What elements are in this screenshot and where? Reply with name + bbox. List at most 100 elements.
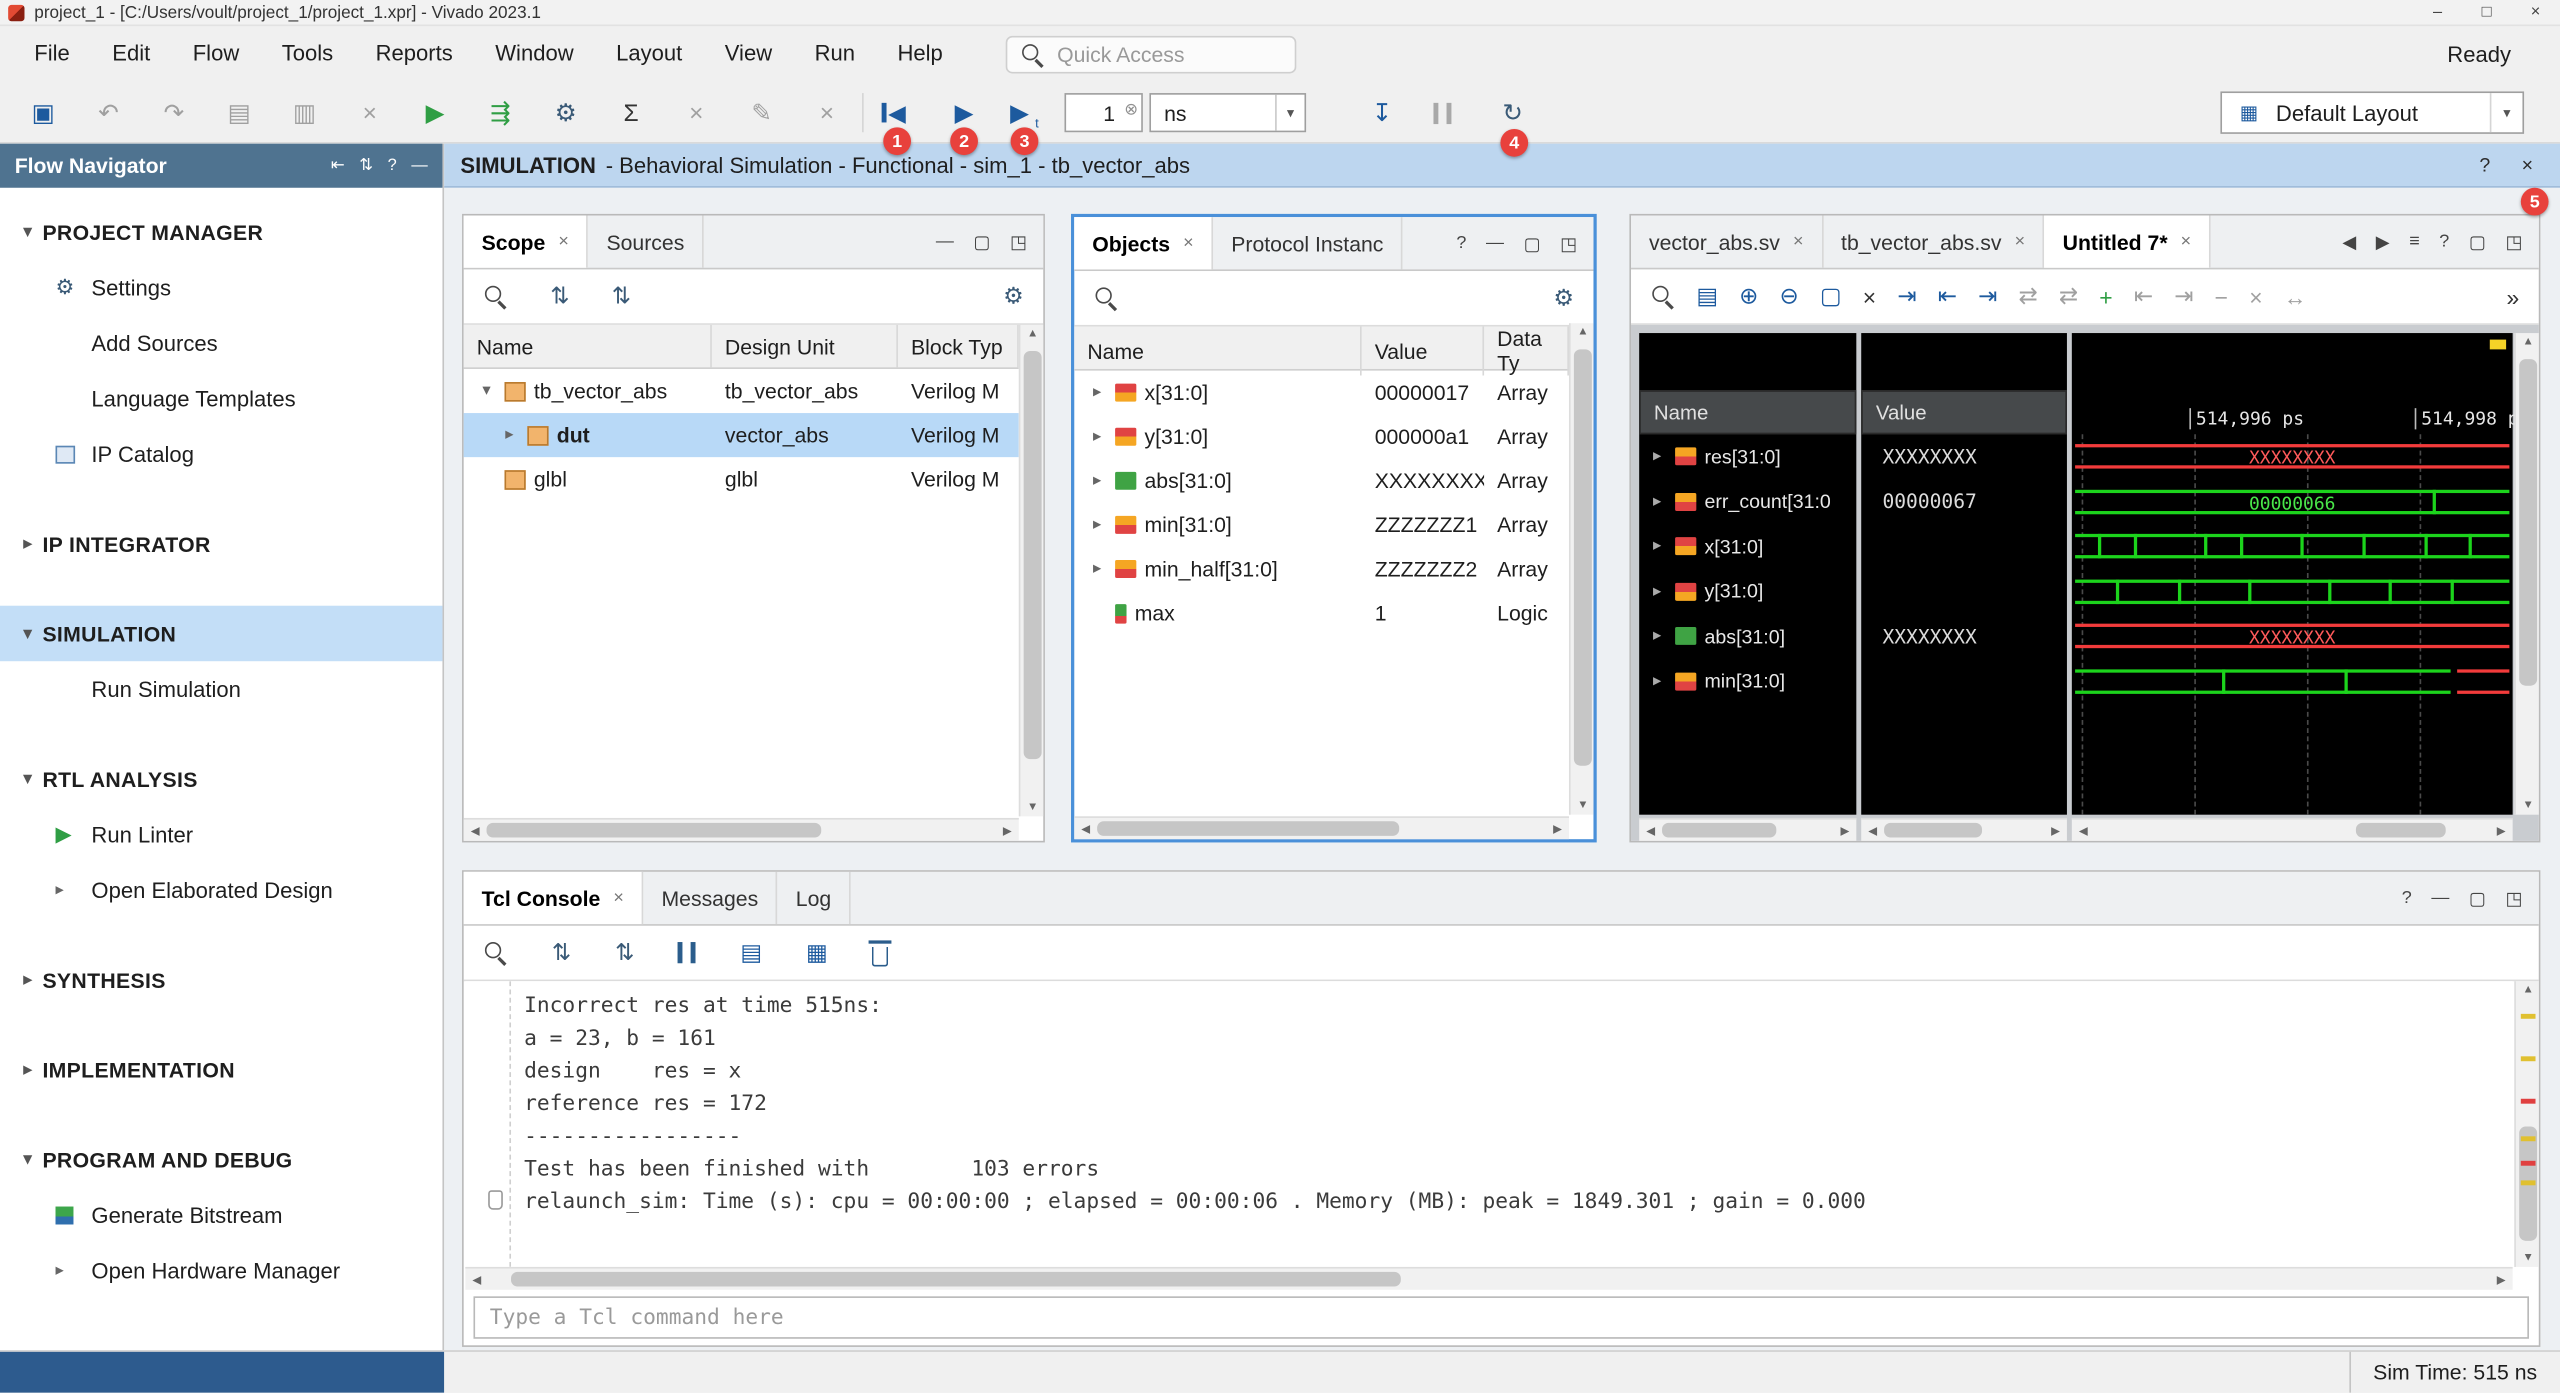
scroll-down-icon[interactable]: ▼ (1020, 802, 1044, 813)
delete-icon[interactable]: × (356, 99, 384, 127)
tcl-console-output[interactable]: Incorrect res at time 515ns: a = 23, b =… (465, 981, 2512, 1267)
close-icon[interactable]: × (1183, 233, 1194, 253)
flow-item-run-linter[interactable]: ▶ Run Linter (0, 807, 442, 863)
flow-section-ip-integrator[interactable]: ▸ IP INTEGRATOR (0, 516, 442, 572)
minimize-icon[interactable]: — (411, 157, 427, 175)
time-unit-select[interactable]: ns ▾ (1149, 93, 1306, 132)
clear-console-icon[interactable] (872, 946, 888, 966)
horizontal-scrollbar[interactable]: ◀ ▶ (465, 1267, 2512, 1290)
vertical-scrollbar[interactable]: ▲ ▼ (1019, 325, 1043, 816)
flow-section-synthesis[interactable]: ▸ SYNTHESIS (0, 952, 442, 1008)
flow-section-program-and-debug[interactable]: ▾ PROGRAM AND DEBUG (0, 1131, 442, 1187)
window-minimize-button[interactable]: – (2413, 3, 2462, 21)
vertical-scrollbar[interactable]: ▲ ▼ (2514, 981, 2538, 1267)
scroll-up-icon[interactable]: ▲ (2516, 336, 2540, 347)
flow-section-simulation[interactable]: ▾ SIMULATION (0, 606, 442, 662)
flow-item-open-elaborated-design[interactable]: ▸ Open Elaborated Design (0, 862, 442, 918)
menu-run[interactable]: Run (793, 33, 876, 75)
close-icon[interactable]: × (613, 888, 624, 908)
menu-flow[interactable]: Flow (171, 33, 260, 75)
column-block-type[interactable]: Block Typ (898, 325, 1019, 367)
next-transition-icon[interactable]: ⇥ (1978, 282, 1997, 310)
chevron-right-icon[interactable]: ▸ (1087, 516, 1107, 534)
menu-window[interactable]: Window (474, 33, 595, 75)
flow-item-open-hardware-manager[interactable]: ▸ Open Hardware Manager (0, 1242, 442, 1298)
step-flow-icon[interactable]: ⇶ (487, 98, 515, 127)
help-icon[interactable]: ? (1456, 233, 1466, 253)
objects-row-min[interactable]: ▸min[31:0] ZZZZZZZ1 Array (1074, 503, 1569, 547)
window-close-button[interactable]: × (2511, 3, 2560, 21)
maximize-icon[interactable]: ▢ (2469, 231, 2486, 252)
flow-item-language-templates[interactable]: Language Templates (0, 371, 442, 427)
maximize-icon[interactable]: ▢ (973, 231, 990, 252)
chevron-right-icon[interactable]: ▸ (1647, 672, 1667, 690)
cancel2-icon[interactable]: × (813, 99, 841, 127)
objects-row-y[interactable]: ▸y[31:0] 000000a1 Array (1074, 415, 1569, 459)
menu-help[interactable]: Help (876, 33, 964, 75)
scroll-up-icon[interactable]: ▲ (2516, 984, 2540, 995)
open-project-icon[interactable]: ▣ (29, 98, 57, 127)
chevron-right-icon[interactable]: ▸ (1647, 493, 1667, 511)
flow-section-rtl-analysis[interactable]: ▾ RTL ANALYSIS (0, 751, 442, 807)
wave-signal-row[interactable]: ▸y[31:0] (1639, 569, 1856, 614)
tab-scope[interactable]: Scope × (464, 216, 589, 268)
scroll-down-icon[interactable]: ▼ (2516, 1252, 2540, 1263)
scroll-up-icon[interactable]: ▲ (1020, 328, 1044, 339)
name-column-scrollbar[interactable]: ◀ ▶ (1639, 818, 1856, 841)
scroll-left-icon[interactable]: ◀ (1861, 824, 1884, 837)
column-value[interactable]: Value (1362, 327, 1484, 376)
collapse-all-icon[interactable]: ⇅ (612, 282, 631, 310)
scroll-left-icon[interactable]: ◀ (464, 824, 487, 837)
column-name[interactable]: Name (464, 325, 712, 367)
wave-signal-row[interactable]: ▸abs[31:0] (1639, 614, 1856, 659)
search-icon[interactable] (483, 284, 507, 308)
zoom-out-icon[interactable]: ⊖ (1780, 282, 1799, 310)
chevron-right-icon[interactable]: ▸ (1647, 627, 1667, 645)
tab-objects[interactable]: Objects × (1074, 217, 1213, 269)
expand-all-icon[interactable]: ⇅ (550, 282, 569, 310)
float-icon[interactable]: ◳ (2505, 887, 2522, 908)
vertical-scrollbar[interactable]: ▲ ▼ (1569, 323, 1593, 814)
objects-row-max[interactable]: max 1 Logic (1074, 591, 1569, 635)
layout-selector[interactable]: ▦ Default Layout ▾ (2220, 91, 2524, 133)
simulation-time-input[interactable]: 1 ⊗ (1064, 93, 1142, 132)
close-icon[interactable]: × (558, 232, 569, 252)
tab-tb-vector-abs-sv[interactable]: tb_vector_abs.sv × (1823, 216, 2045, 268)
float-icon[interactable]: ◳ (2505, 231, 2522, 252)
go-to-start-icon[interactable]: ⇤ (2134, 282, 2153, 310)
scroll-left-icon[interactable]: ◀ (1074, 822, 1097, 835)
scroll-right-icon[interactable]: ▶ (2044, 824, 2067, 837)
go-to-time-icon[interactable]: ⇥ (1897, 282, 1916, 310)
tcl-command-input[interactable] (475, 1298, 2527, 1337)
float-icon[interactable]: ◳ (1560, 233, 1577, 254)
maximize-icon[interactable]: ▢ (2469, 887, 2486, 908)
wave-signal-row[interactable]: ▸err_count[31:0 (1639, 479, 1856, 524)
tab-scroll-left-icon[interactable]: ◀ (2342, 231, 2356, 252)
menu-reports[interactable]: Reports (354, 33, 474, 75)
objects-row-min-half[interactable]: ▸min_half[31:0] ZZZZZZZ2 Array (1074, 547, 1569, 591)
scroll-right-icon[interactable]: ▶ (1546, 822, 1569, 835)
search-icon[interactable] (483, 940, 507, 964)
plot-scrollbar[interactable]: ◀ ▶ (2072, 818, 2513, 841)
help-icon[interactable]: ? (2439, 232, 2449, 252)
expand-all-icon[interactable]: ⇅ (552, 939, 571, 967)
wave-signal-row[interactable]: ▸res[31:0] (1639, 434, 1856, 479)
chevron-right-icon[interactable]: ▸ (1647, 538, 1667, 556)
close-simulation-icon[interactable]: × (2511, 153, 2544, 176)
tab-messages[interactable]: Messages (644, 872, 778, 924)
chevron-right-icon[interactable]: ▸ (1087, 560, 1107, 578)
search-icon[interactable] (1651, 284, 1675, 308)
chevron-right-icon[interactable]: ▸ (1087, 472, 1107, 490)
objects-row-abs[interactable]: ▸abs[31:0] XXXXXXXX Array (1074, 459, 1569, 503)
column-design-unit[interactable]: Design Unit (712, 325, 898, 367)
tab-log[interactable]: Log (778, 872, 851, 924)
chevron-right-icon[interactable]: ▸ (1087, 428, 1107, 446)
column-name[interactable]: Name (1074, 327, 1361, 376)
menu-layout[interactable]: Layout (595, 33, 704, 75)
expand-collapse-icon[interactable]: ⇅ (359, 157, 373, 175)
scope-row-dut[interactable]: ▸ dut vector_abs Verilog M (464, 413, 1019, 457)
delete-icon[interactable]: × (2249, 283, 2262, 309)
scroll-left-icon[interactable]: ◀ (1639, 824, 1662, 837)
menu-view[interactable]: View (704, 33, 794, 75)
pause-button[interactable] (1433, 82, 1451, 144)
